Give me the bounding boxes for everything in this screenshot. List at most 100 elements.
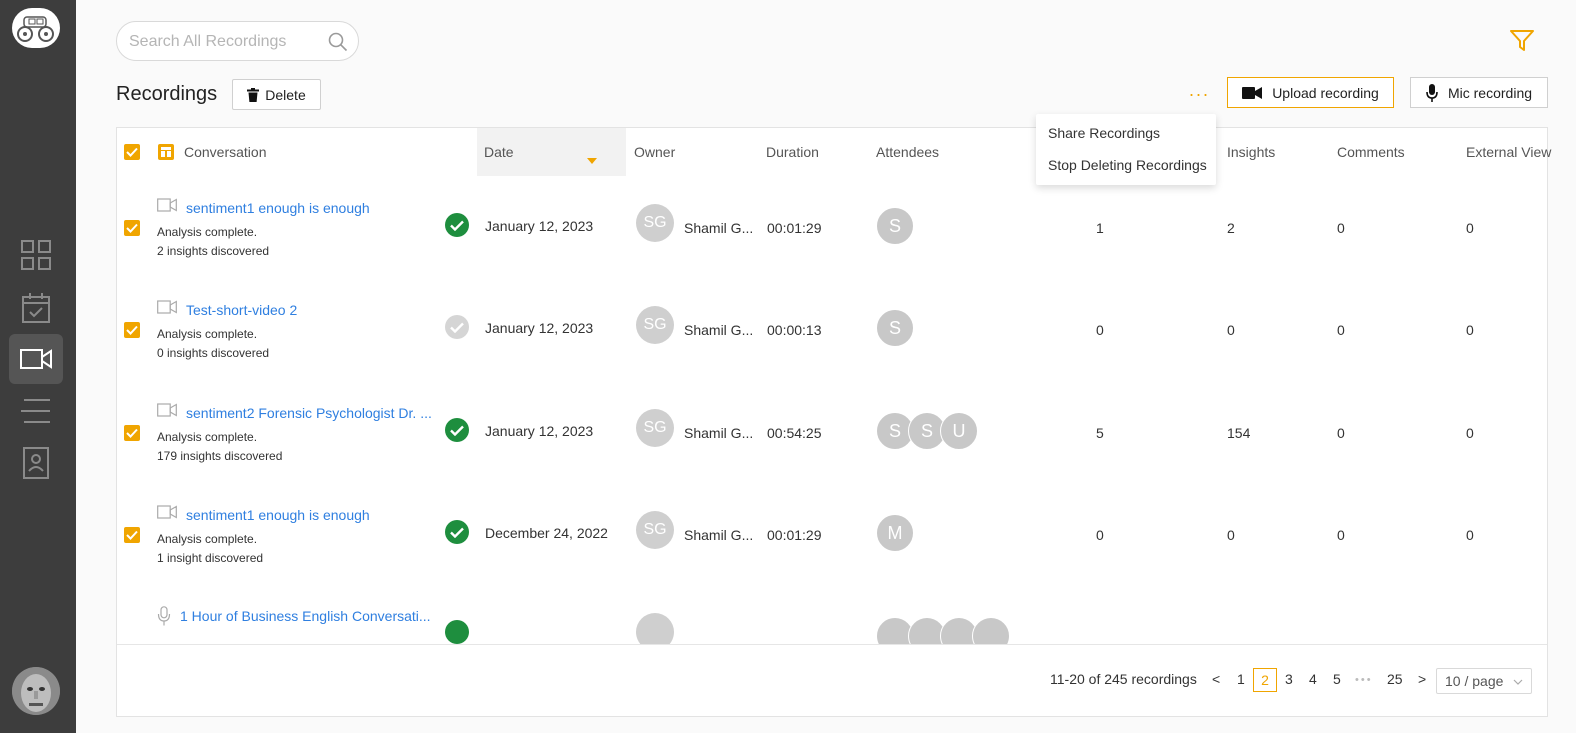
insights-count-text: 2 insights discovered: [157, 244, 270, 258]
analysis-status-text: Analysis complete.: [157, 430, 258, 444]
insights-count-text: 179 insights discovered: [157, 449, 283, 463]
nav-calendar[interactable]: [9, 283, 63, 333]
more-options-menu: Share Recordings Stop Deleting Recording…: [1036, 114, 1216, 185]
pagination-page-3[interactable]: 3: [1285, 671, 1293, 687]
search-input[interactable]: [129, 31, 329, 53]
pagination-ellipsis[interactable]: •••: [1355, 674, 1373, 686]
menu-item-share-recordings[interactable]: Share Recordings: [1048, 125, 1160, 141]
user-avatar[interactable]: [12, 667, 60, 715]
nav-contacts[interactable]: [9, 438, 63, 488]
video-camera-icon: [1242, 86, 1263, 99]
upload-recording-label: Upload recording: [1272, 84, 1379, 101]
owner-name-cell: Shamil G...: [684, 220, 754, 236]
column-header-date[interactable]: Date: [484, 144, 514, 160]
row-checkbox[interactable]: [124, 425, 140, 441]
table-row[interactable]: sentiment1 enough is enough Analysis com…: [117, 483, 1547, 585]
pagination-page-last[interactable]: 25: [1387, 671, 1403, 687]
external-view-cell: 0: [1466, 322, 1474, 338]
calendar-check-icon: [22, 293, 50, 323]
attendee-avatar: S: [876, 207, 914, 245]
delete-button-label: Delete: [265, 86, 306, 103]
check-circle-icon: [445, 520, 469, 544]
more-options-button[interactable]: ···: [1183, 80, 1215, 108]
column-header-insights[interactable]: Insights: [1227, 144, 1275, 160]
count-cell: 0: [1096, 322, 1104, 338]
pagination-page-2-current[interactable]: 2: [1253, 668, 1277, 692]
insights-cell: 0: [1227, 527, 1235, 543]
column-header-owner[interactable]: Owner: [634, 144, 675, 160]
delete-button[interactable]: Delete: [232, 79, 321, 110]
video-camera-icon: [157, 403, 177, 422]
owner-avatar: SG: [636, 409, 674, 447]
table-row[interactable]: 1 Hour of Business English Conversati...: [117, 586, 1547, 644]
search-icon[interactable]: [328, 32, 348, 57]
duration-cell: 00:01:29: [767, 527, 822, 543]
column-header-conversation[interactable]: Conversation: [184, 144, 267, 160]
date-cell: January 12, 2023: [485, 320, 594, 336]
select-all-checkbox[interactable]: [124, 144, 140, 160]
page-size-select[interactable]: 10 / page: [1436, 668, 1532, 694]
microphone-icon: [157, 606, 171, 631]
external-view-cell: 0: [1466, 220, 1474, 236]
chevron-down-icon: [1513, 679, 1523, 685]
pagination-page-5[interactable]: 5: [1333, 671, 1341, 687]
column-header-comments[interactable]: Comments: [1337, 144, 1405, 160]
column-header-attendees[interactable]: Attendees: [876, 144, 939, 160]
menu-item-stop-deleting-recordings[interactable]: Stop Deleting Recordings: [1048, 157, 1207, 173]
conversation-title-link[interactable]: sentiment2 Forensic Psychologist Dr. ...: [186, 405, 432, 421]
table-header: Conversation Date Owner Duration Attende…: [117, 128, 1551, 176]
conversation-title-link[interactable]: Test-short-video 2: [186, 302, 297, 318]
contact-card-icon: [23, 447, 49, 479]
dashboard-grid-icon: [21, 240, 51, 270]
user-face-image: [12, 667, 60, 715]
pagination-page-1[interactable]: 1: [1237, 671, 1245, 687]
row-checkbox[interactable]: [124, 322, 140, 338]
pagination-prev-button[interactable]: <: [1212, 671, 1220, 687]
conversation-title-link[interactable]: sentiment1 enough is enough: [186, 200, 370, 216]
count-cell: 1: [1096, 220, 1104, 236]
list-lines-icon: [21, 399, 50, 423]
check-circle-icon: [445, 213, 469, 237]
video-camera-icon: [157, 300, 177, 319]
mic-recording-label: Mic recording: [1447, 84, 1533, 101]
table-row[interactable]: sentiment1 enough is enough Analysis com…: [117, 176, 1547, 278]
sidebar: [0, 0, 76, 733]
nav-dashboard[interactable]: [9, 230, 63, 280]
nav-recordings[interactable]: [9, 334, 63, 384]
nav-list[interactable]: [9, 386, 63, 436]
date-cell: December 24, 2022: [485, 525, 608, 541]
count-cell: 5: [1096, 425, 1104, 441]
comments-cell: 0: [1337, 220, 1345, 236]
analysis-status-text: Analysis complete.: [157, 532, 258, 546]
conversation-title-link[interactable]: 1 Hour of Business English Conversati...: [180, 608, 431, 624]
app-logo[interactable]: [12, 8, 60, 48]
comments-cell: 0: [1337, 527, 1345, 543]
column-header-duration[interactable]: Duration: [766, 144, 819, 160]
insights-cell: 0: [1227, 322, 1235, 338]
owner-name-cell: Shamil G...: [684, 527, 754, 543]
pagination-page-4[interactable]: 4: [1309, 671, 1317, 687]
attendee-avatar: [972, 617, 1010, 644]
filter-icon[interactable]: [1510, 30, 1534, 57]
table-footer-divider: [117, 644, 1547, 645]
attendee-avatar: U: [940, 412, 978, 450]
conversation-title-link[interactable]: sentiment1 enough is enough: [186, 507, 370, 523]
column-header-external-view[interactable]: External View: [1466, 144, 1551, 160]
sort-descending-icon[interactable]: [587, 151, 597, 169]
check-circle-icon: [445, 418, 469, 442]
analysis-status-text: Analysis complete.: [157, 327, 258, 341]
duration-cell: 00:54:25: [767, 425, 822, 441]
duration-cell: 00:00:13: [767, 322, 822, 338]
table-row[interactable]: sentiment2 Forensic Psychologist Dr. ...…: [117, 381, 1547, 483]
comments-cell: 0: [1337, 425, 1345, 441]
insights-cell: 2: [1227, 220, 1235, 236]
row-checkbox[interactable]: [124, 527, 140, 543]
pagination-next-button[interactable]: >: [1418, 671, 1426, 687]
row-checkbox[interactable]: [124, 220, 140, 236]
column-settings-icon[interactable]: [158, 144, 174, 160]
mic-recording-button[interactable]: Mic recording: [1410, 77, 1548, 108]
external-view-cell: 0: [1466, 527, 1474, 543]
table-row[interactable]: Test-short-video 2 Analysis complete. 0 …: [117, 278, 1547, 380]
upload-recording-button[interactable]: Upload recording: [1227, 77, 1394, 108]
external-view-cell: 0: [1466, 425, 1474, 441]
